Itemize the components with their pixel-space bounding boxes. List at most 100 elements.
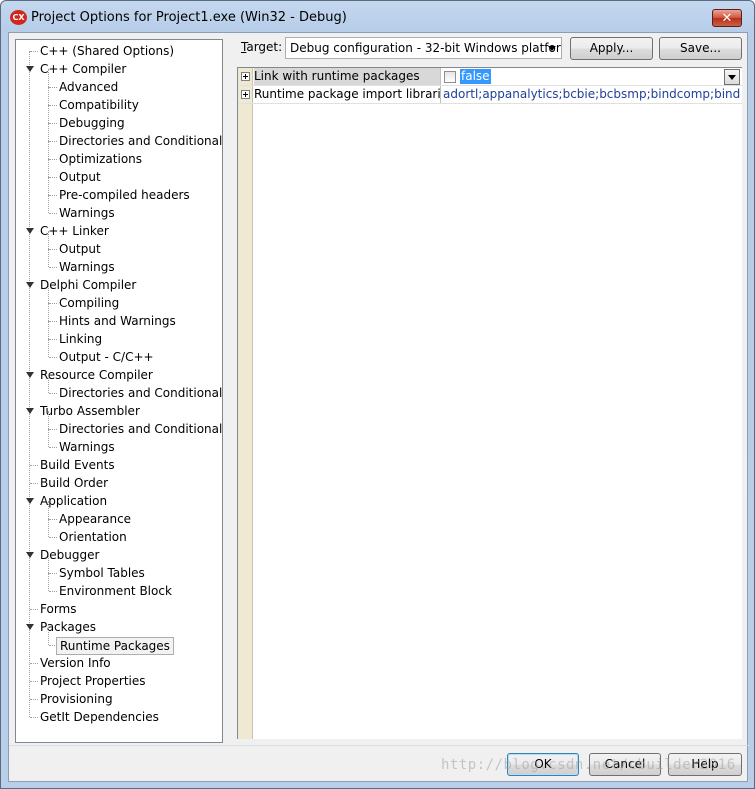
tree-connector (49, 249, 57, 250)
expand-plus-icon[interactable] (241, 72, 250, 81)
tree-item-output[interactable]: Output (59, 168, 101, 186)
tree-item-orientation[interactable]: Orientation (59, 528, 127, 546)
tree-guide-line (48, 195, 49, 213)
link-runtime-packages-checkbox[interactable] (444, 71, 456, 83)
tree-connector (49, 195, 57, 196)
tree-item-forms[interactable]: Forms (40, 600, 76, 618)
tree-item-symbol-tables[interactable]: Symbol Tables (59, 564, 145, 582)
tree-item-version-info[interactable]: Version Info (40, 654, 111, 672)
collapse-triangle-icon[interactable] (26, 498, 34, 504)
options-tree[interactable]: C++ (Shared Options) C++ Compiler Advanced… (15, 39, 223, 743)
tree-item-c-compiler[interactable]: C++ Compiler (40, 60, 126, 78)
tree-item-output[interactable]: Output (59, 240, 101, 258)
ime-toolbar[interactable]: S 中°,☺🎤⌨👤👕🔧 (738, 736, 742, 739)
tree-item-runtime-packages[interactable]: Runtime Packages (56, 637, 174, 655)
cbuilder-app-icon: CX (10, 10, 27, 25)
tree-item-appearance[interactable]: Appearance (59, 510, 131, 528)
tree-item-turbo-assembler[interactable]: Turbo Assembler (40, 402, 140, 420)
project-options-window: CX Project Options for Project1.exe (Win… (0, 0, 755, 789)
tree-connector (49, 357, 57, 358)
collapse-triangle-icon[interactable] (26, 228, 34, 234)
tree-item-advanced[interactable]: Advanced (59, 78, 118, 96)
tree-guide-line (48, 555, 49, 573)
tree-connector (49, 159, 57, 160)
tree-connector (30, 681, 38, 682)
tree-guide-line (48, 159, 49, 177)
target-label: Target: (241, 40, 283, 54)
tree-guide-line (48, 519, 49, 537)
collapse-triangle-icon[interactable] (26, 282, 34, 288)
window-title: Project Options for Project1.exe (Win32 … (31, 10, 347, 25)
tree-item-warnings[interactable]: Warnings (59, 258, 115, 276)
close-window-button[interactable]: ✕ (712, 9, 742, 27)
tree-item-environment-block[interactable]: Environment Block (59, 582, 172, 600)
tree-item-c-linker[interactable]: C++ Linker (40, 222, 109, 240)
footer-divider (9, 745, 749, 746)
tree-item-output-c-c[interactable]: Output - C/C++ (59, 348, 154, 366)
expand-plus-icon[interactable] (241, 90, 250, 99)
target-configuration-dropdown[interactable]: Debug configuration - 32-bit Windows pla… (285, 37, 562, 59)
tree-connector (30, 663, 38, 664)
tree-guide-line (48, 411, 49, 429)
tree-guide-line (48, 69, 49, 87)
tree-item-directories-and-conditionals[interactable]: Directories and Conditionals (59, 384, 222, 402)
tree-item-build-events[interactable]: Build Events (40, 456, 115, 474)
tree-item-application[interactable]: Application (40, 492, 107, 510)
tree-item-warnings[interactable]: Warnings (59, 438, 115, 456)
tree-item-provisioning[interactable]: Provisioning (40, 690, 113, 708)
tree-guide-line (48, 573, 49, 591)
tree-item-hints-and-warnings[interactable]: Hints and Warnings (59, 312, 176, 330)
tree-item-debugging[interactable]: Debugging (59, 114, 125, 132)
value-dropdown-button[interactable] (724, 69, 740, 85)
collapse-triangle-icon[interactable] (26, 624, 34, 630)
tree-guide-line (48, 429, 49, 447)
property-grid[interactable]: Link with runtime packages false Runtime… (237, 67, 742, 739)
tree-connector (49, 303, 57, 304)
tree-connector (49, 123, 57, 124)
chevron-down-icon (548, 46, 556, 51)
tree-item-getit-dependencies[interactable]: GetIt Dependencies (40, 708, 159, 726)
tree-item-resource-compiler[interactable]: Resource Compiler (40, 366, 153, 384)
tree-guide-line (48, 501, 49, 519)
dialog-client-area: C++ (Shared Options) C++ Compiler Advanced… (8, 32, 749, 782)
tree-guide-line (48, 231, 49, 249)
tree-guide-line (48, 141, 49, 159)
property-value-selected[interactable]: false (460, 69, 491, 84)
tree-connector (49, 429, 57, 430)
property-name: Runtime package import libraries (254, 87, 440, 101)
tree-guide-line (48, 105, 49, 123)
tree-guide-line (48, 177, 49, 195)
collapse-triangle-icon[interactable] (26, 66, 34, 72)
property-row-import-libraries[interactable]: Runtime package import libraries adortl;… (238, 86, 742, 104)
tree-guide-line (48, 303, 49, 321)
tree-connector (30, 699, 38, 700)
apply-button[interactable]: Apply... (570, 37, 653, 60)
tree-connector (49, 537, 57, 538)
tree-item-warnings[interactable]: Warnings (59, 204, 115, 222)
tree-item-compatibility[interactable]: Compatibility (59, 96, 139, 114)
property-name: Link with runtime packages (254, 68, 440, 85)
tree-connector (49, 519, 57, 520)
tree-item-pre-compiled-headers[interactable]: Pre-compiled headers (59, 186, 190, 204)
tree-guide-line (48, 375, 49, 393)
tree-item-delphi-compiler[interactable]: Delphi Compiler (40, 276, 136, 294)
tree-connector (49, 393, 57, 394)
tree-item-project-properties[interactable]: Project Properties (40, 672, 146, 690)
tree-item-build-order[interactable]: Build Order (40, 474, 108, 492)
tree-item-optimizations[interactable]: Optimizations (59, 150, 142, 168)
tree-connector (30, 51, 38, 52)
tree-item-linking[interactable]: Linking (59, 330, 102, 348)
save-button[interactable]: Save... (659, 37, 742, 60)
tree-item-c-shared-options[interactable]: C++ (Shared Options) (40, 42, 174, 60)
collapse-triangle-icon[interactable] (26, 408, 34, 414)
collapse-triangle-icon[interactable] (26, 372, 34, 378)
property-value[interactable]: adortl;appanalytics;bcbie;bcbsmp;bindcom… (443, 86, 741, 103)
tree-item-directories-and-conditionals[interactable]: Directories and Conditionals (59, 420, 222, 438)
grid-gutter (238, 68, 253, 739)
title-bar[interactable]: CX Project Options for Project1.exe (Win… (1, 1, 754, 33)
tree-connector (30, 717, 38, 718)
property-row-link-runtime-packages[interactable]: Link with runtime packages false (238, 68, 742, 86)
tree-item-compiling[interactable]: Compiling (59, 294, 119, 312)
tree-item-directories-and-conditionals[interactable]: Directories and Conditionals (59, 132, 222, 150)
collapse-triangle-icon[interactable] (26, 552, 34, 558)
